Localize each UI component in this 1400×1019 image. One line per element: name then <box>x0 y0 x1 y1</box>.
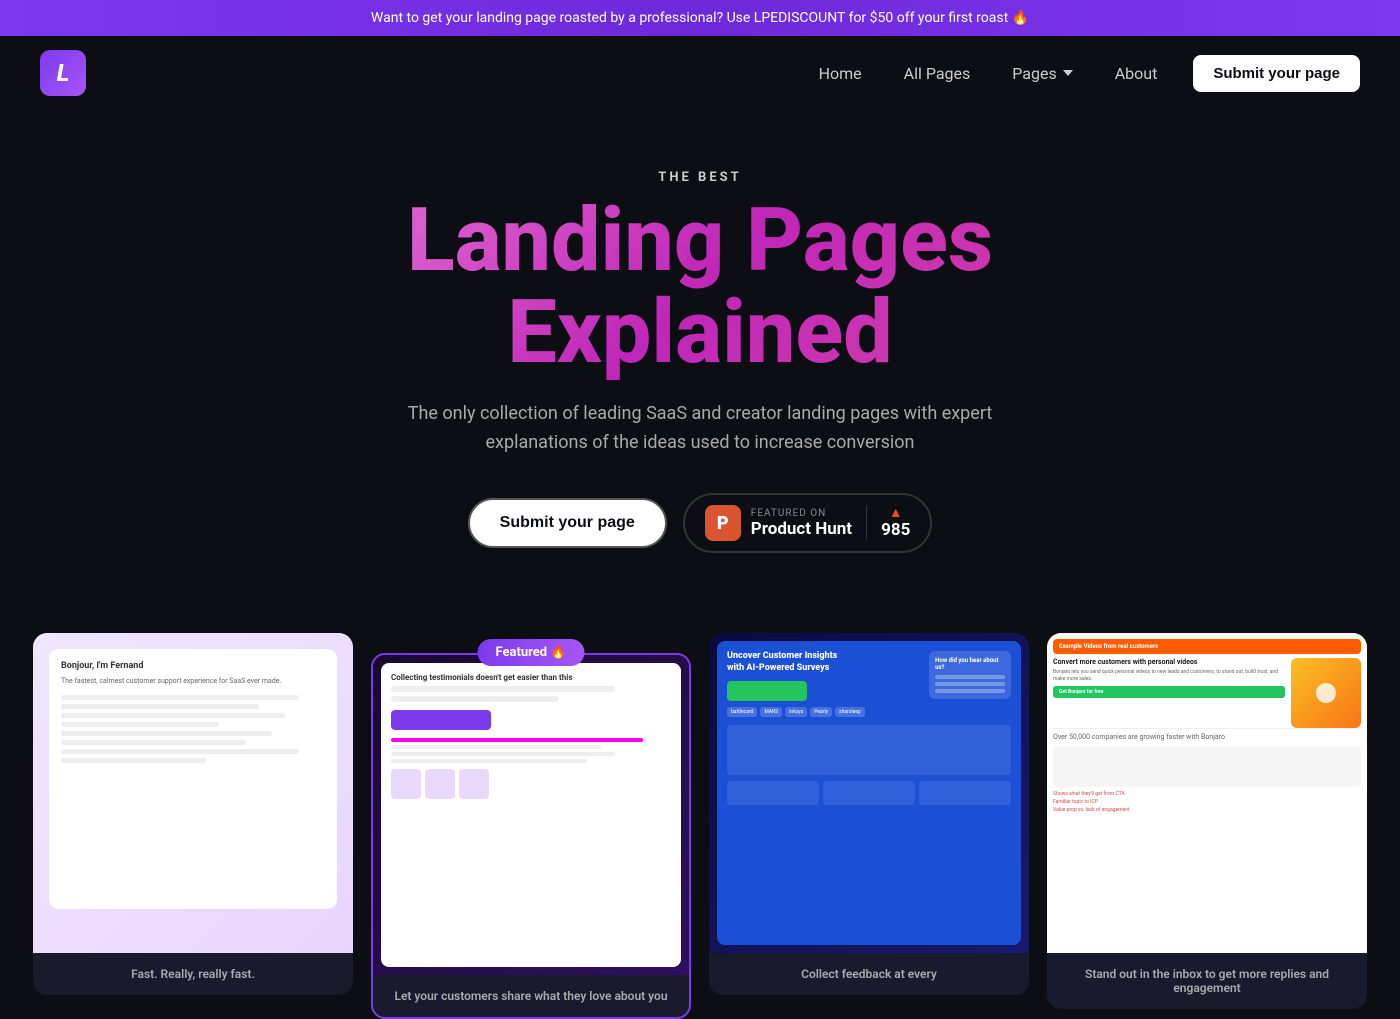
product-hunt-count-col: ▲ 985 <box>866 506 910 540</box>
product-hunt-featured-label: FEATURED ON <box>751 508 826 519</box>
card3-caption: Collect feedback at every <box>709 953 1029 995</box>
product-hunt-badge[interactable]: P FEATURED ON Product Hunt ▲ 985 <box>683 493 933 553</box>
nav-all-pages[interactable]: All Pages <box>888 56 987 91</box>
card-bonjaro[interactable]: Example Videos from real customers Conve… <box>1047 633 1367 1019</box>
card-userloop[interactable]: Uncover Customer Insights with AI-Powere… <box>709 633 1029 1019</box>
logo[interactable]: L <box>40 50 86 96</box>
hero-description: The only collection of leading SaaS and … <box>380 400 1020 458</box>
nav-submit-button[interactable]: Submit your page <box>1193 55 1360 92</box>
chevron-down-icon <box>1063 70 1073 76</box>
nav-about[interactable]: About <box>1099 56 1174 91</box>
product-hunt-count: 985 <box>881 520 910 540</box>
featured-badge: Featured 🔥 <box>477 639 584 666</box>
product-hunt-name: Product Hunt <box>751 519 852 539</box>
card-femand[interactable]: Bonjour, I'm Fernand The fastest, calmes… <box>33 633 353 1019</box>
product-hunt-text: FEATURED ON Product Hunt <box>751 508 852 539</box>
hero-eyebrow: THE BEST <box>270 170 1130 185</box>
card2-caption: Let your customers share what they love … <box>373 975 689 1017</box>
upvote-arrow-icon: ▲ <box>889 506 903 520</box>
submit-page-button[interactable]: Submit your page <box>468 498 667 548</box>
navbar: L Home All Pages Pages About Submit your… <box>0 36 1400 110</box>
nav-links: Home All Pages Pages About Submit your p… <box>803 55 1360 92</box>
promo-banner: Want to get your landing page roasted by… <box>0 0 1400 36</box>
nav-home[interactable]: Home <box>803 56 878 91</box>
card-senjan[interactable]: Featured 🔥 Collecting testimonials doesn… <box>371 653 691 1019</box>
nav-pages[interactable]: Pages <box>996 56 1088 91</box>
product-hunt-logo: P <box>705 505 741 541</box>
cta-row: Submit your page P FEATURED ON Product H… <box>270 493 1130 553</box>
cards-section: Bonjour, I'm Fernand The fastest, calmes… <box>0 593 1400 1019</box>
promo-text: Want to get your landing page roasted by… <box>371 10 1029 26</box>
card4-caption: Stand out in the inbox to get more repli… <box>1047 953 1367 1009</box>
hero-section: THE BEST Landing PagesExplained The only… <box>250 110 1150 593</box>
hero-title: Landing PagesExplained <box>270 195 1130 380</box>
card1-caption: Fast. Really, really fast. <box>33 953 353 995</box>
